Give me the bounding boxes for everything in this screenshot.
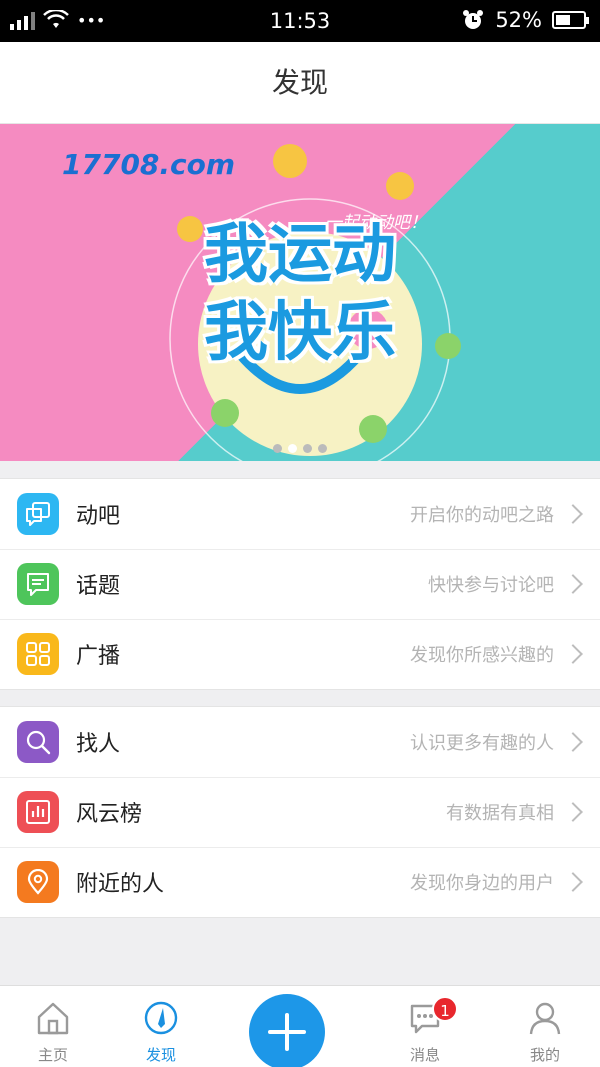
chevron-right-icon [563,504,583,524]
chevron-right-icon [563,644,583,664]
menu-item-hint: 开启你的动吧之路 [410,505,554,526]
banner-headline-line2: 我快乐 [204,296,396,370]
chart-icon [17,791,59,833]
tab-discover[interactable]: 发现 [111,986,211,1067]
menu-group-1: 动吧 开启你的动吧之路话题 快快参与讨论吧广播 发现你所感兴趣的 [0,478,600,690]
menu-item-title: 话题 [76,574,121,599]
tab-home-label: 主页 [37,1046,68,1064]
menu-item-hint: 认识更多有趣的人 [410,733,554,754]
banner-headline: 我运动 我快乐 [0,216,600,372]
carousel-dot[interactable] [318,444,327,453]
status-bar: ••• 11:53 52% [0,0,600,42]
add-post-button[interactable] [249,994,325,1067]
menu-item-0-2[interactable]: 广播 发现你所感兴趣的 [0,619,600,689]
menu-item-0-1[interactable]: 话题 快快参与讨论吧 [0,549,600,619]
menu-item-hint: 发现你身边的用户 [410,873,554,894]
user-icon [529,1002,561,1035]
menu-item-title: 广播 [76,644,121,669]
menu-item-title: 找人 [76,732,121,757]
page-title: 发现 [271,66,328,99]
tab-messages[interactable]: 消息 [375,986,475,1067]
menu-item-hint: 发现你所感兴趣的 [410,645,554,666]
chevron-right-icon [563,574,583,594]
menu-item-title: 附近的人 [76,872,165,897]
banner-logo: 17708.com [62,148,236,181]
messages-badge: 1 [432,996,458,1022]
carousel-dot[interactable] [303,444,312,453]
battery-percent: 52% [495,8,542,32]
menu-item-hint: 快快参与讨论吧 [428,575,554,596]
location-icon [17,861,59,903]
status-right: 52% [461,8,589,32]
menu-item-hint: 有数据有真相 [446,803,554,824]
page-header: 发现 [0,42,600,124]
bottom-tab-bar: 主页 发现 消息 1 我的 [0,985,600,1067]
chat-square-icon [17,493,59,535]
grid-icon [17,633,59,675]
search-icon [17,721,59,763]
battery-icon [552,11,589,29]
carousel-dot[interactable] [273,444,282,453]
menu-item-1-2[interactable]: 附近的人 发现你身边的用户 [0,847,600,917]
menu-item-0-0[interactable]: 动吧 开启你的动吧之路 [0,479,600,549]
chevron-right-icon [563,732,583,752]
chevron-right-icon [563,872,583,892]
menu-item-1-0[interactable]: 找人 认识更多有趣的人 [0,707,600,777]
compass-icon [144,1001,178,1035]
tab-messages-label: 消息 [409,1046,440,1064]
home-icon [37,1002,69,1035]
menu-group-2: 找人 认识更多有趣的人风云榜 有数据有真相附近的人 发现你身边的用户 [0,706,600,918]
banner-headline-line1: 我运动 [204,218,396,292]
menu-item-1-1[interactable]: 风云榜 有数据有真相 [0,777,600,847]
chevron-right-icon [563,802,583,822]
carousel-dot[interactable] [288,444,297,453]
carousel-indicator[interactable] [0,444,600,453]
tab-mine-label: 我的 [529,1046,560,1064]
menu-item-title: 风云榜 [76,802,143,827]
tab-mine[interactable]: 我的 [495,986,595,1067]
tab-home[interactable]: 主页 [3,986,103,1067]
alarm-icon [463,10,484,29]
promo-banner[interactable]: 17708.com 一起动动吧！ 我运动 我快乐 [0,124,600,461]
message-icon [17,563,59,605]
tab-discover-label: 发现 [145,1046,176,1064]
menu-item-title: 动吧 [76,504,121,529]
